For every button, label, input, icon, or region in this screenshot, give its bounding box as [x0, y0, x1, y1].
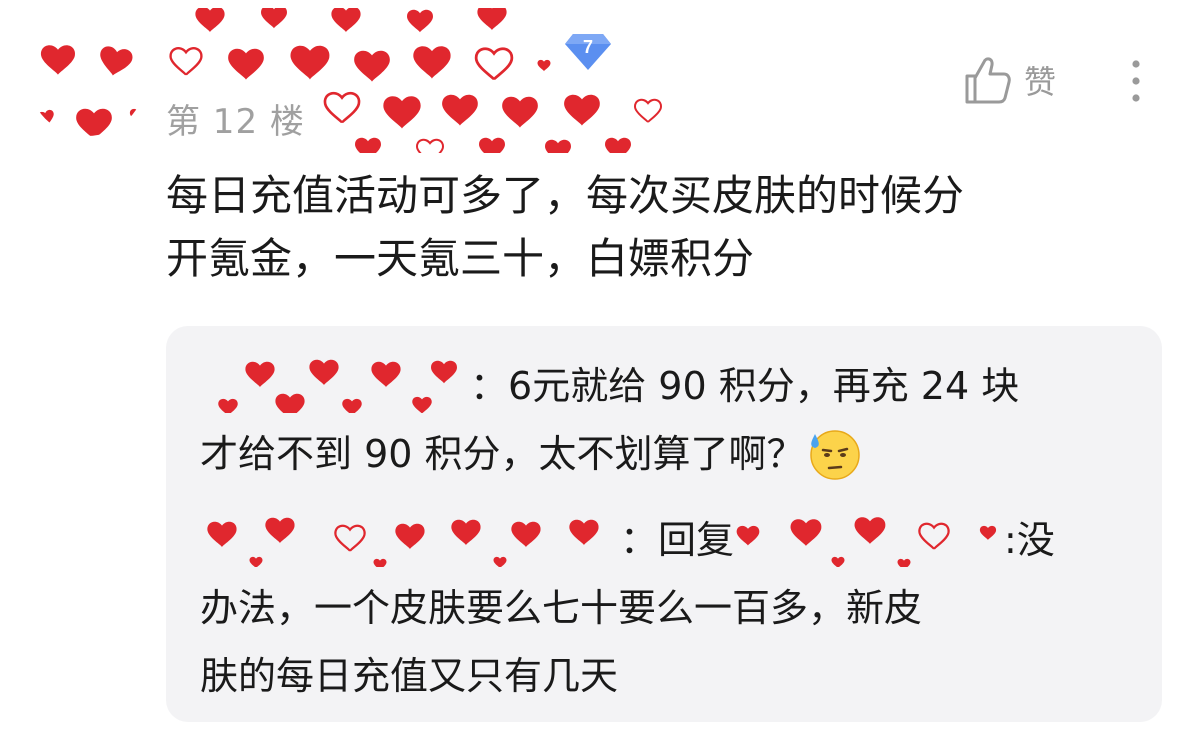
reply-text: 才给不到 90 积分，太不划算了啊？: [200, 432, 805, 476]
sub-reply[interactable]: ：6元就给 90 积分，再充 24 块 才给不到 90 积分，太不划算了啊？: [200, 352, 1130, 488]
post-content: 每日充值活动可多了，每次买皮肤的时候分 开氪金，一天氪三十，白嫖积分: [166, 164, 1146, 290]
sub-reply[interactable]: ：回复 :没 办法，一个皮肤要么七十要么一百多，新皮 肤的每日充值又只有几天: [200, 506, 1130, 710]
sweat-doubtful-emoji-icon: [805, 424, 863, 482]
reply-text: 肤的每日充值又只有几天: [200, 654, 619, 698]
reply-text: 办法，一个皮肤要么七十要么一百多，新皮: [200, 586, 923, 630]
reply-separator: ：: [620, 518, 659, 562]
reply-author-mask[interactable]: [200, 357, 470, 413]
vertical-ellipsis-icon: [1132, 60, 1140, 102]
reply-author-mask[interactable]: [200, 511, 620, 567]
heart-pattern-mask: [28, 18, 146, 136]
post-line: 开氪金，一天氪三十，白嫖积分: [166, 234, 755, 283]
user-avatar[interactable]: [28, 18, 146, 136]
like-button[interactable]: 赞: [962, 54, 1056, 106]
post-line: 每日充值活动可多了，每次买皮肤的时候分: [166, 171, 965, 220]
heart-pattern-mask: [207, 517, 599, 567]
like-label: 赞: [1024, 63, 1057, 101]
comment-floor: 7 第 12 楼 赞 每日充值活动可多了，每次买皮肤的时候分 开氪金，一天氪三十…: [0, 0, 1200, 739]
reply-text: 6元就给 90 积分，再充 24 块: [508, 364, 1020, 408]
sub-replies-box[interactable]: ：6元就给 90 积分，再充 24 块 才给不到 90 积分，太不划算了啊？ ：…: [166, 326, 1162, 722]
reply-text: :没: [1004, 518, 1055, 562]
reply-keyword: 回复: [658, 518, 735, 562]
heart-pattern-mask: [736, 516, 997, 567]
floor-label: 第 12 楼: [166, 102, 305, 142]
level-number: 7: [582, 37, 593, 57]
heart-pattern-mask: [218, 359, 457, 413]
reply-separator: ：: [470, 364, 509, 408]
reply-target-mask[interactable]: [734, 511, 1004, 567]
more-options-button[interactable]: [1118, 56, 1154, 106]
level-badge: 7: [563, 32, 613, 72]
thumbs-up-icon: [962, 54, 1012, 106]
